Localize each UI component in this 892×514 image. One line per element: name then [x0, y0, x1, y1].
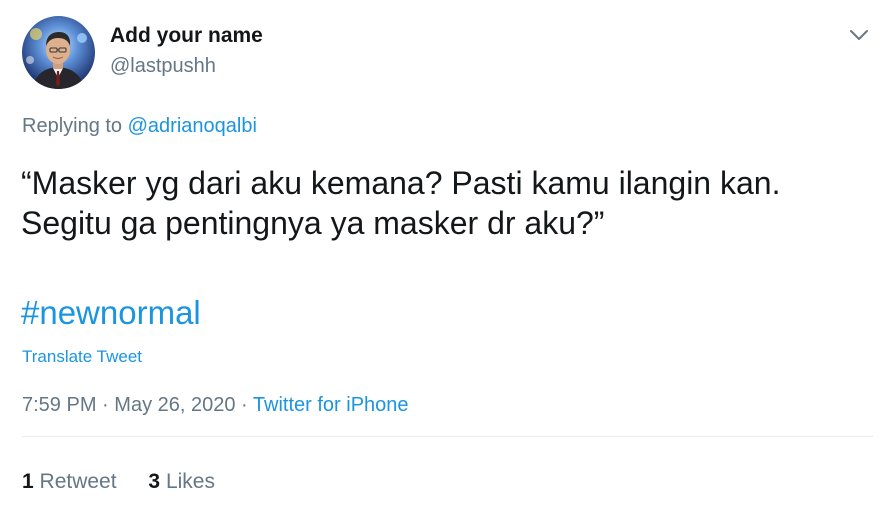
- hashtag-link[interactable]: #newnormal: [21, 294, 201, 332]
- likes-count: 3: [148, 470, 161, 493]
- profile-photo-icon: [22, 16, 95, 89]
- retweets-count: 1: [22, 470, 34, 493]
- tweet-menu-button[interactable]: [846, 24, 872, 46]
- tweet-time[interactable]: 7:59 PM: [22, 394, 96, 416]
- author-handle[interactable]: @lastpushh: [110, 55, 216, 78]
- replying-to: Replying to @adrianoqalbi: [22, 115, 257, 138]
- tweet-source-link[interactable]: Twitter for iPhone: [253, 394, 409, 416]
- chevron-down-icon: [850, 30, 868, 40]
- tweet-detail: Add your name @lastpushh Replying to @ad…: [0, 0, 892, 514]
- tweet-text-line: “Masker yg dari aku kemana? Pasti kamu i…: [21, 165, 781, 201]
- meta-separator: ·: [102, 394, 109, 416]
- translate-tweet-link[interactable]: Translate Tweet: [22, 347, 142, 367]
- tweet-text: “Masker yg dari aku kemana? Pasti kamu i…: [21, 163, 871, 243]
- reply-mention-link[interactable]: @adrianoqalbi: [128, 115, 257, 137]
- tweet-text-line: Segitu ga pentingnya ya masker dr aku?”: [21, 205, 605, 241]
- tweet-metadata: 7:59 PM · May 26, 2020 · Twitter for iPh…: [22, 394, 409, 417]
- retweets-stat[interactable]: 1 Retweet: [22, 470, 117, 494]
- tweet-stats: 1 Retweet 3 Likes: [22, 470, 215, 494]
- author-display-name[interactable]: Add your name: [110, 24, 263, 48]
- tweet-date[interactable]: May 26, 2020: [114, 394, 235, 416]
- likes-label: Likes: [165, 470, 215, 493]
- likes-stat[interactable]: 3 Likes: [148, 470, 215, 494]
- meta-separator: ·: [241, 394, 248, 416]
- retweets-label: Retweet: [39, 470, 117, 493]
- avatar[interactable]: [22, 16, 95, 89]
- replying-to-label: Replying to: [22, 115, 123, 137]
- divider: [22, 436, 873, 437]
